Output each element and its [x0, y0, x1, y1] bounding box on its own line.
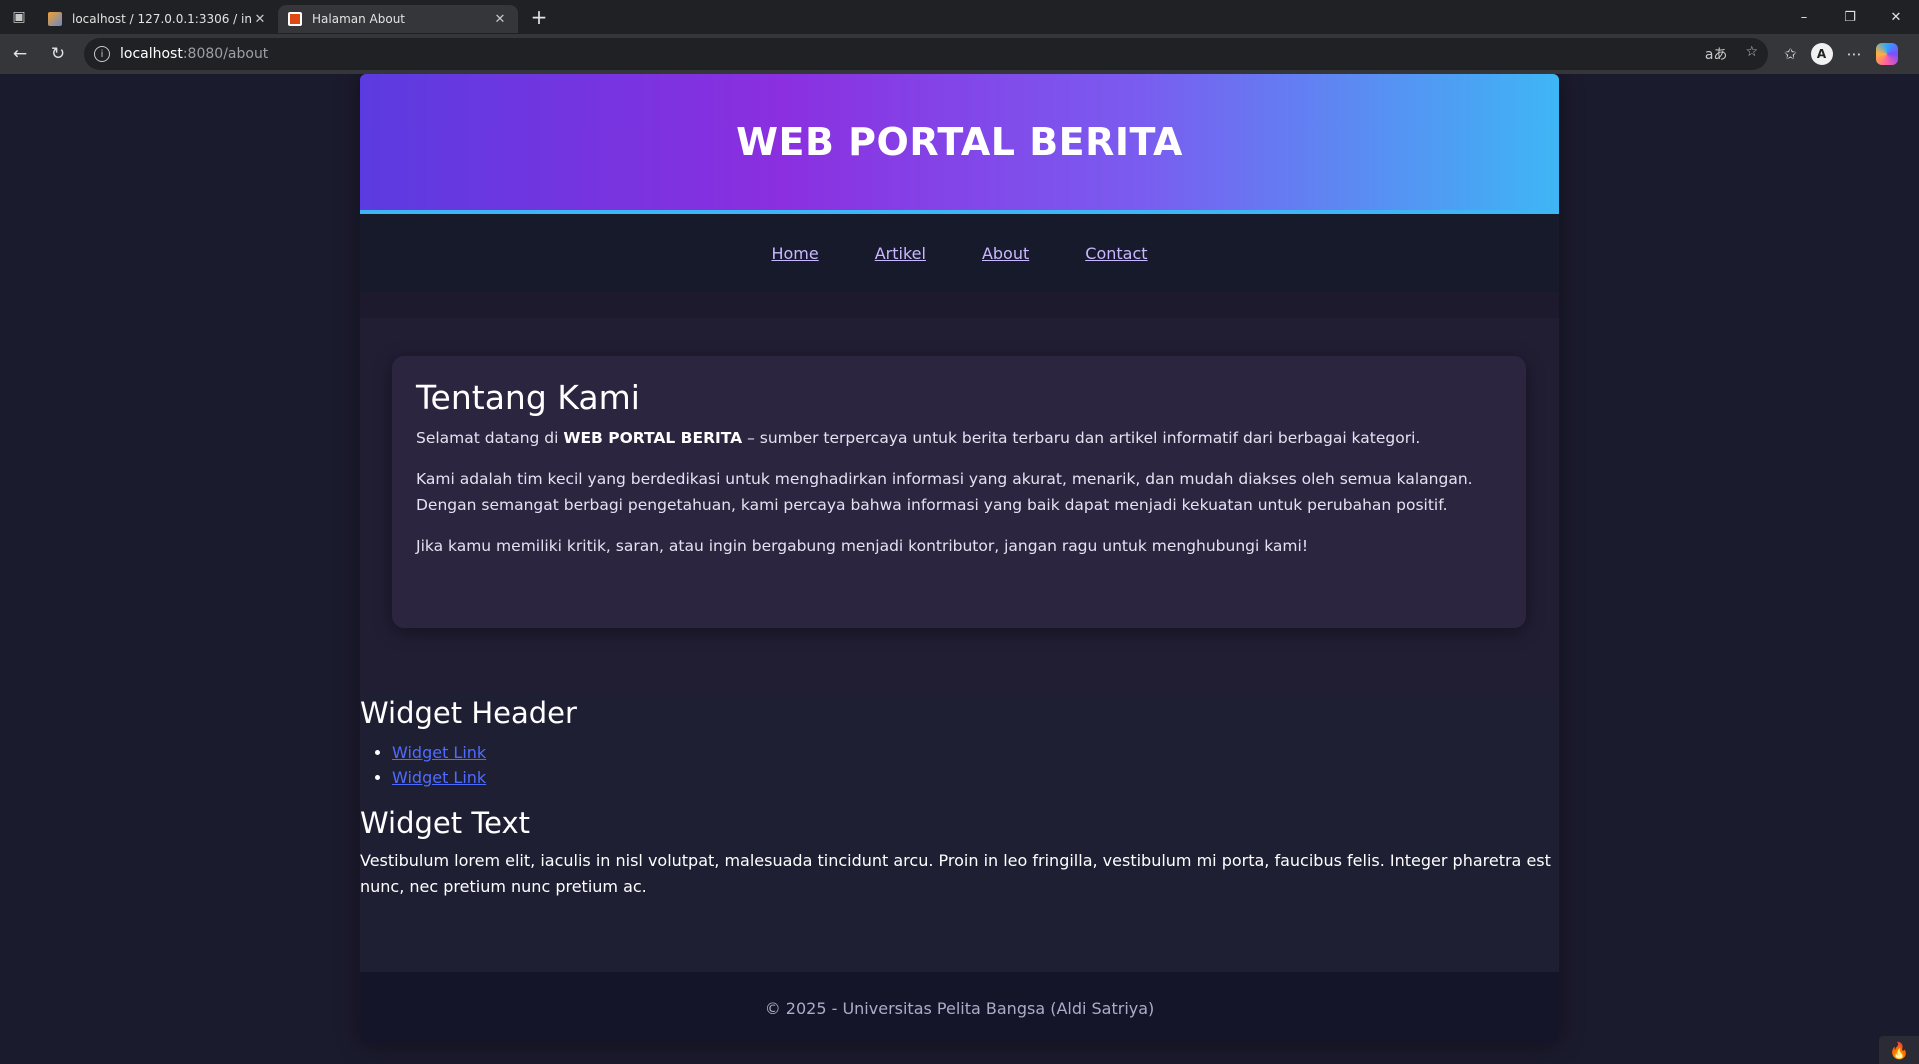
url-path: :8080/about — [182, 46, 269, 62]
site-info-icon[interactable]: i — [94, 46, 110, 62]
list-item: Widget Link — [392, 765, 1559, 790]
widget-link[interactable]: Widget Link — [392, 768, 486, 787]
tab-actions-icon[interactable]: ▣ — [0, 0, 38, 34]
window-controls: – ❐ ✕ — [1781, 0, 1919, 34]
intro-site-name: WEB PORTAL BERITA — [563, 429, 743, 447]
reload-icon[interactable]: ↻ — [40, 38, 76, 70]
about-paragraph-3: Jika kamu memiliki kritik, saran, atau i… — [416, 537, 1309, 555]
about-intro: Selamat datang di WEB PORTAL BERITA – su… — [416, 425, 1502, 451]
star-icon[interactable]: ☆ — [1745, 44, 1758, 64]
about-heading: Tentang Kami — [416, 378, 640, 417]
close-icon[interactable]: ✕ — [252, 12, 268, 27]
intro-prefix: Selamat datang di — [416, 429, 564, 447]
favorites-icon[interactable]: ✩ — [1784, 45, 1797, 63]
url-host: localhost — [120, 46, 183, 62]
back-arrow-icon[interactable]: ← — [2, 38, 38, 70]
widget-text-body: Vestibulum lorem elit, iaculis in nisl v… — [360, 851, 1551, 896]
new-tab-button[interactable]: + — [522, 5, 556, 29]
sidebar-widgets: Widget Header Widget Link Widget Link Wi… — [360, 696, 1559, 900]
close-window-button[interactable]: ✕ — [1873, 0, 1919, 34]
close-icon[interactable]: ✕ — [492, 12, 508, 27]
site-container: WEB PORTAL BERITA Home Artikel About Con… — [360, 74, 1559, 1044]
browser-tab-about[interactable]: Halaman About ✕ — [278, 5, 518, 33]
codeigniter-icon — [288, 12, 302, 26]
site-footer: © 2025 - Universitas Pelita Bangsa (Aldi… — [360, 972, 1559, 1044]
about-card: Tentang Kami Selamat datang di WEB PORTA… — [392, 356, 1526, 628]
debug-toolbar-icon[interactable]: 🔥 — [1879, 1036, 1919, 1064]
tab-title: Halaman About — [312, 12, 406, 26]
page-viewport: WEB PORTAL BERITA Home Artikel About Con… — [0, 74, 1919, 1064]
browser-toolbar: ← ↻ i localhost :8080/about aあ ☆ ✩ A ⋯ — [0, 34, 1919, 74]
site-nav: Home Artikel About Contact — [360, 214, 1559, 292]
tab-title: localhost / 127.0.0.1:3306 / invent — [72, 12, 252, 26]
about-paragraph-2: Kami adalah tim kecil yang berdedikasi u… — [416, 470, 1473, 514]
site-title: WEB PORTAL BERITA — [736, 120, 1183, 164]
list-item: Widget Link — [392, 740, 1559, 765]
translate-icon[interactable]: aあ — [1705, 44, 1728, 64]
widget-link-list: Widget Link Widget Link — [392, 740, 1559, 790]
widget-link[interactable]: Widget Link — [392, 743, 486, 762]
address-bar[interactable]: i localhost :8080/about aあ ☆ — [84, 38, 1768, 70]
nav-link-contact[interactable]: Contact — [1085, 244, 1147, 263]
phpmyadmin-icon — [48, 12, 62, 26]
main-content: Tentang Kami Selamat datang di WEB PORTA… — [360, 292, 1559, 692]
site-header: WEB PORTAL BERITA — [360, 74, 1559, 214]
profile-icon[interactable]: A — [1810, 43, 1833, 65]
nav-link-artikel[interactable]: Artikel — [875, 244, 926, 263]
footer-text: © 2025 - Universitas Pelita Bangsa (Aldi… — [764, 998, 1155, 1018]
browser-tab-phpmyadmin[interactable]: localhost / 127.0.0.1:3306 / invent ✕ — [38, 5, 278, 33]
widget-header-title: Widget Header — [360, 696, 577, 730]
nav-link-about[interactable]: About — [982, 244, 1029, 263]
more-menu-icon[interactable]: ⋯ — [1847, 45, 1862, 63]
minimize-button[interactable]: – — [1781, 0, 1827, 34]
browser-tabbar: ▣ localhost / 127.0.0.1:3306 / invent ✕ … — [0, 0, 1919, 34]
widget-text-title: Widget Text — [360, 806, 530, 840]
intro-suffix: – sumber terpercaya untuk berita terbaru… — [742, 429, 1421, 447]
nav-link-home[interactable]: Home — [771, 244, 818, 263]
restore-button[interactable]: ❐ — [1827, 0, 1873, 34]
copilot-icon[interactable] — [1875, 43, 1898, 65]
